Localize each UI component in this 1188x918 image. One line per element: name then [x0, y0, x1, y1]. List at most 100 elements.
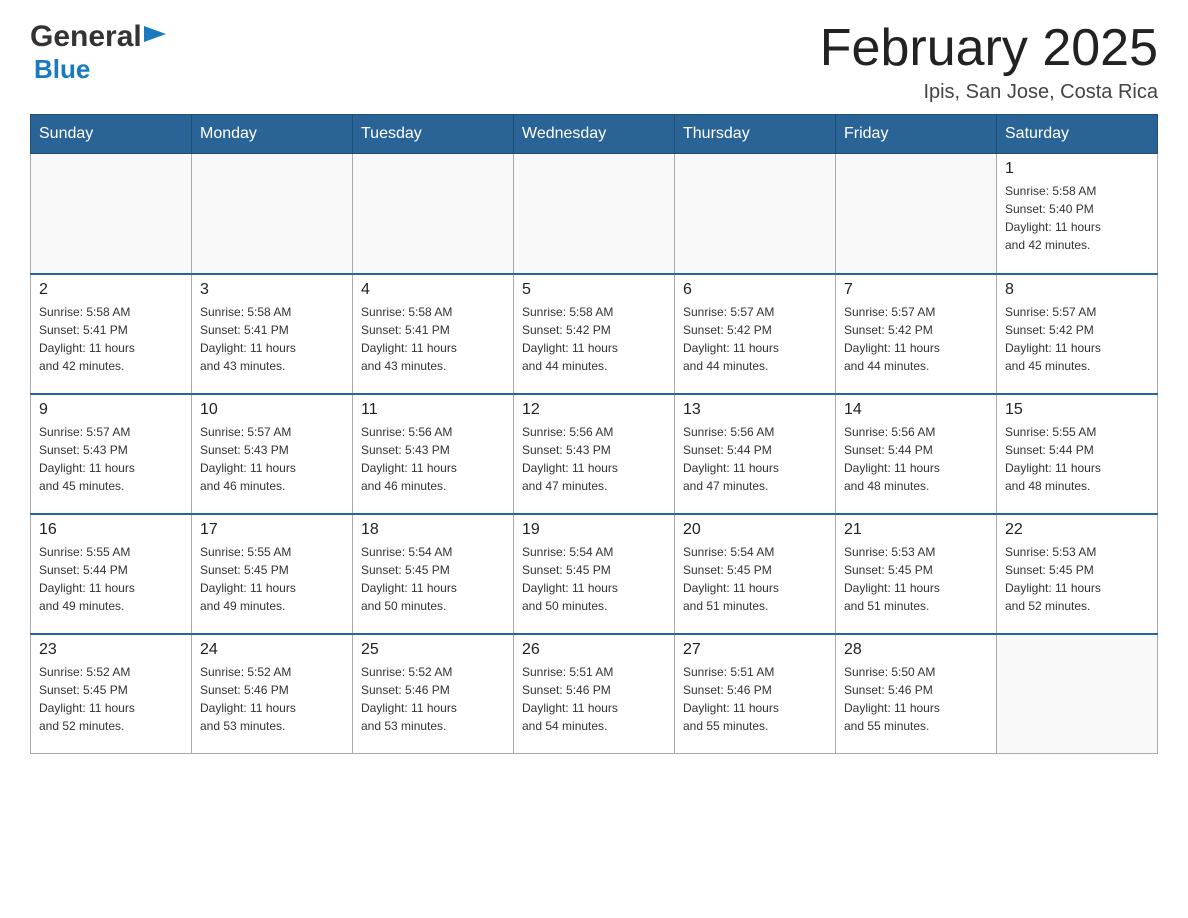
logo-general-text: General	[30, 20, 142, 54]
day-number: 15	[1005, 401, 1149, 419]
day-number: 2	[39, 281, 183, 299]
day-cell: 4 Sunrise: 5:58 AMSunset: 5:41 PMDaylight…	[353, 274, 514, 394]
day-info: Sunrise: 5:55 AMSunset: 5:45 PMDaylight:…	[200, 543, 344, 615]
day-number: 11	[361, 401, 505, 419]
location: Ipis, San Jose, Costa Rica	[820, 81, 1158, 104]
day-info: Sunrise: 5:57 AMSunset: 5:42 PMDaylight:…	[844, 303, 988, 375]
day-cell	[31, 154, 192, 274]
col-sunday: Sunday	[31, 115, 192, 154]
day-number: 14	[844, 401, 988, 419]
day-info: Sunrise: 5:57 AMSunset: 5:42 PMDaylight:…	[1005, 303, 1149, 375]
day-info: Sunrise: 5:52 AMSunset: 5:46 PMDaylight:…	[361, 663, 505, 735]
logo-blue-text: Blue	[34, 54, 90, 85]
day-cell: 2 Sunrise: 5:58 AMSunset: 5:41 PMDaylight…	[31, 274, 192, 394]
page-header: General Blue February 2025 Ipis, San Jos…	[30, 20, 1158, 104]
day-number: 12	[522, 401, 666, 419]
day-number: 27	[683, 641, 827, 659]
day-number: 21	[844, 521, 988, 539]
day-cell: 8 Sunrise: 5:57 AMSunset: 5:42 PMDaylight…	[997, 274, 1158, 394]
day-info: Sunrise: 5:56 AMSunset: 5:43 PMDaylight:…	[361, 423, 505, 495]
day-cell: 18 Sunrise: 5:54 AMSunset: 5:45 PMDayligh…	[353, 514, 514, 634]
day-cell: 24 Sunrise: 5:52 AMSunset: 5:46 PMDayligh…	[192, 634, 353, 754]
day-info: Sunrise: 5:58 AMSunset: 5:40 PMDaylight:…	[1005, 182, 1149, 254]
day-number: 3	[200, 281, 344, 299]
day-cell: 23 Sunrise: 5:52 AMSunset: 5:45 PMDayligh…	[31, 634, 192, 754]
col-thursday: Thursday	[675, 115, 836, 154]
day-number: 10	[200, 401, 344, 419]
day-cell: 22 Sunrise: 5:53 AMSunset: 5:45 PMDayligh…	[997, 514, 1158, 634]
day-cell: 12 Sunrise: 5:56 AMSunset: 5:43 PMDayligh…	[514, 394, 675, 514]
day-info: Sunrise: 5:56 AMSunset: 5:44 PMDaylight:…	[844, 423, 988, 495]
col-friday: Friday	[836, 115, 997, 154]
day-number: 25	[361, 641, 505, 659]
day-number: 18	[361, 521, 505, 539]
col-saturday: Saturday	[997, 115, 1158, 154]
day-number: 6	[683, 281, 827, 299]
day-info: Sunrise: 5:52 AMSunset: 5:45 PMDaylight:…	[39, 663, 183, 735]
day-cell	[514, 154, 675, 274]
day-cell: 26 Sunrise: 5:51 AMSunset: 5:46 PMDayligh…	[514, 634, 675, 754]
day-cell: 17 Sunrise: 5:55 AMSunset: 5:45 PMDayligh…	[192, 514, 353, 634]
day-info: Sunrise: 5:57 AMSunset: 5:42 PMDaylight:…	[683, 303, 827, 375]
day-info: Sunrise: 5:56 AMSunset: 5:43 PMDaylight:…	[522, 423, 666, 495]
day-cell: 10Sunrise: 5:57 AMSunset: 5:43 PMDayligh…	[192, 394, 353, 514]
day-number: 16	[39, 521, 183, 539]
day-cell: 20Sunrise: 5:54 AMSunset: 5:45 PMDayligh…	[675, 514, 836, 634]
day-number: 26	[522, 641, 666, 659]
day-cell	[353, 154, 514, 274]
day-info: Sunrise: 5:58 AMSunset: 5:41 PMDaylight:…	[200, 303, 344, 375]
day-number: 4	[361, 281, 505, 299]
month-title: February 2025	[820, 20, 1158, 77]
day-number: 24	[200, 641, 344, 659]
day-number: 7	[844, 281, 988, 299]
week-row-2: 2 Sunrise: 5:58 AMSunset: 5:41 PMDaylight…	[31, 274, 1158, 394]
day-info: Sunrise: 5:55 AMSunset: 5:44 PMDaylight:…	[1005, 423, 1149, 495]
day-info: Sunrise: 5:51 AMSunset: 5:46 PMDaylight:…	[522, 663, 666, 735]
col-monday: Monday	[192, 115, 353, 154]
day-number: 13	[683, 401, 827, 419]
day-info: Sunrise: 5:54 AMSunset: 5:45 PMDaylight:…	[361, 543, 505, 615]
day-cell: 11 Sunrise: 5:56 AMSunset: 5:43 PMDayligh…	[353, 394, 514, 514]
day-number: 8	[1005, 281, 1149, 299]
logo-wordmark: General	[30, 20, 166, 54]
day-number: 28	[844, 641, 988, 659]
day-info: Sunrise: 5:52 AMSunset: 5:46 PMDaylight:…	[200, 663, 344, 735]
day-cell: 16 Sunrise: 5:55 AMSunset: 5:44 PMDayligh…	[31, 514, 192, 634]
day-cell	[836, 154, 997, 274]
day-info: Sunrise: 5:58 AMSunset: 5:41 PMDaylight:…	[361, 303, 505, 375]
day-number: 5	[522, 281, 666, 299]
day-number: 17	[200, 521, 344, 539]
calendar-header: Sunday Monday Tuesday Wednesday Thursday…	[31, 115, 1158, 154]
day-cell: 6 Sunrise: 5:57 AMSunset: 5:42 PMDaylight…	[675, 274, 836, 394]
day-info: Sunrise: 5:58 AMSunset: 5:41 PMDaylight:…	[39, 303, 183, 375]
day-cell: 1Sunrise: 5:58 AMSunset: 5:40 PMDaylight…	[997, 154, 1158, 274]
col-tuesday: Tuesday	[353, 115, 514, 154]
day-cell	[997, 634, 1158, 754]
week-row-1: 1Sunrise: 5:58 AMSunset: 5:40 PMDaylight…	[31, 154, 1158, 274]
day-info: Sunrise: 5:58 AMSunset: 5:42 PMDaylight:…	[522, 303, 666, 375]
calendar-table: Sunday Monday Tuesday Wednesday Thursday…	[30, 114, 1158, 754]
col-wednesday: Wednesday	[514, 115, 675, 154]
days-of-week-row: Sunday Monday Tuesday Wednesday Thursday…	[31, 115, 1158, 154]
day-cell: 7 Sunrise: 5:57 AMSunset: 5:42 PMDaylight…	[836, 274, 997, 394]
day-number: 22	[1005, 521, 1149, 539]
day-cell	[675, 154, 836, 274]
day-info: Sunrise: 5:57 AMSunset: 5:43 PMDaylight:…	[39, 423, 183, 495]
day-cell: 5 Sunrise: 5:58 AMSunset: 5:42 PMDaylight…	[514, 274, 675, 394]
day-cell: 13Sunrise: 5:56 AMSunset: 5:44 PMDayligh…	[675, 394, 836, 514]
day-info: Sunrise: 5:54 AMSunset: 5:45 PMDaylight:…	[522, 543, 666, 615]
day-number: 23	[39, 641, 183, 659]
day-info: Sunrise: 5:50 AMSunset: 5:46 PMDaylight:…	[844, 663, 988, 735]
day-cell: 3 Sunrise: 5:58 AMSunset: 5:41 PMDaylight…	[192, 274, 353, 394]
week-row-3: 9Sunrise: 5:57 AMSunset: 5:43 PMDaylight…	[31, 394, 1158, 514]
day-cell: 14 Sunrise: 5:56 AMSunset: 5:44 PMDayligh…	[836, 394, 997, 514]
logo-triangle-icon	[144, 26, 166, 48]
title-area: February 2025 Ipis, San Jose, Costa Rica	[820, 20, 1158, 104]
day-info: Sunrise: 5:51 AMSunset: 5:46 PMDaylight:…	[683, 663, 827, 735]
day-cell: 21Sunrise: 5:53 AMSunset: 5:45 PMDayligh…	[836, 514, 997, 634]
day-cell: 25 Sunrise: 5:52 AMSunset: 5:46 PMDayligh…	[353, 634, 514, 754]
week-row-5: 23 Sunrise: 5:52 AMSunset: 5:45 PMDayligh…	[31, 634, 1158, 754]
day-info: Sunrise: 5:55 AMSunset: 5:44 PMDaylight:…	[39, 543, 183, 615]
day-info: Sunrise: 5:53 AMSunset: 5:45 PMDaylight:…	[1005, 543, 1149, 615]
day-cell: 15 Sunrise: 5:55 AMSunset: 5:44 PMDayligh…	[997, 394, 1158, 514]
